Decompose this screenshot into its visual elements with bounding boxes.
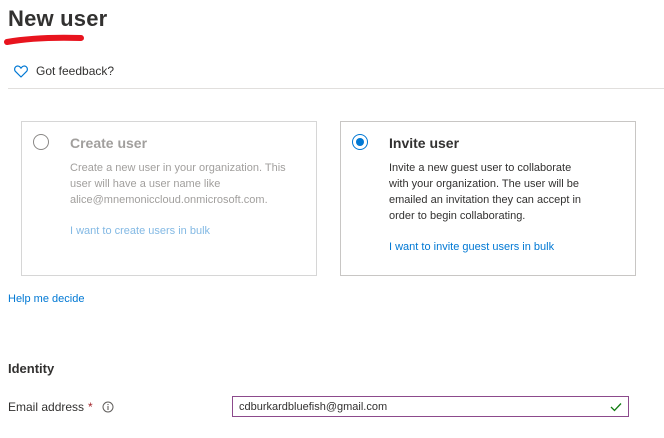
header-divider [8,88,664,89]
heart-icon [14,64,28,78]
checkmark-icon [610,402,622,412]
invite-user-title: Invite user [389,135,460,151]
create-user-option[interactable]: Create user Create a new user in your or… [21,121,317,276]
help-me-decide-link[interactable]: Help me decide [8,293,84,305]
email-label-text: Email address [8,400,85,414]
email-address-input[interactable]: cdburkardbluefish@gmail.com [232,396,629,417]
email-address-label: Email address * [8,400,114,414]
feedback-button[interactable]: Got feedback? [14,64,114,78]
invite-user-option[interactable]: Invite user Invite a new guest user to c… [340,121,636,276]
info-icon[interactable] [102,401,114,413]
create-user-title: Create user [70,135,148,151]
email-input-value: cdburkardbluefish@gmail.com [239,400,388,413]
identity-heading: Identity [8,361,55,376]
new-user-page: New user Got feedback? Create user Creat… [0,0,664,438]
required-marker: * [88,400,93,414]
create-user-description: Create a new user in your organization. … [70,162,286,206]
invite-user-description: Invite a new guest user to collaborate w… [389,162,582,222]
red-underline-annotation [4,34,84,45]
feedback-label: Got feedback? [36,64,115,78]
create-users-bulk-link[interactable]: I want to create users in bulk [70,225,210,237]
page-title: New user [8,6,108,31]
create-user-radio[interactable] [33,134,49,150]
invite-users-bulk-link[interactable]: I want to invite guest users in bulk [389,241,554,253]
invite-user-radio[interactable] [352,134,368,150]
